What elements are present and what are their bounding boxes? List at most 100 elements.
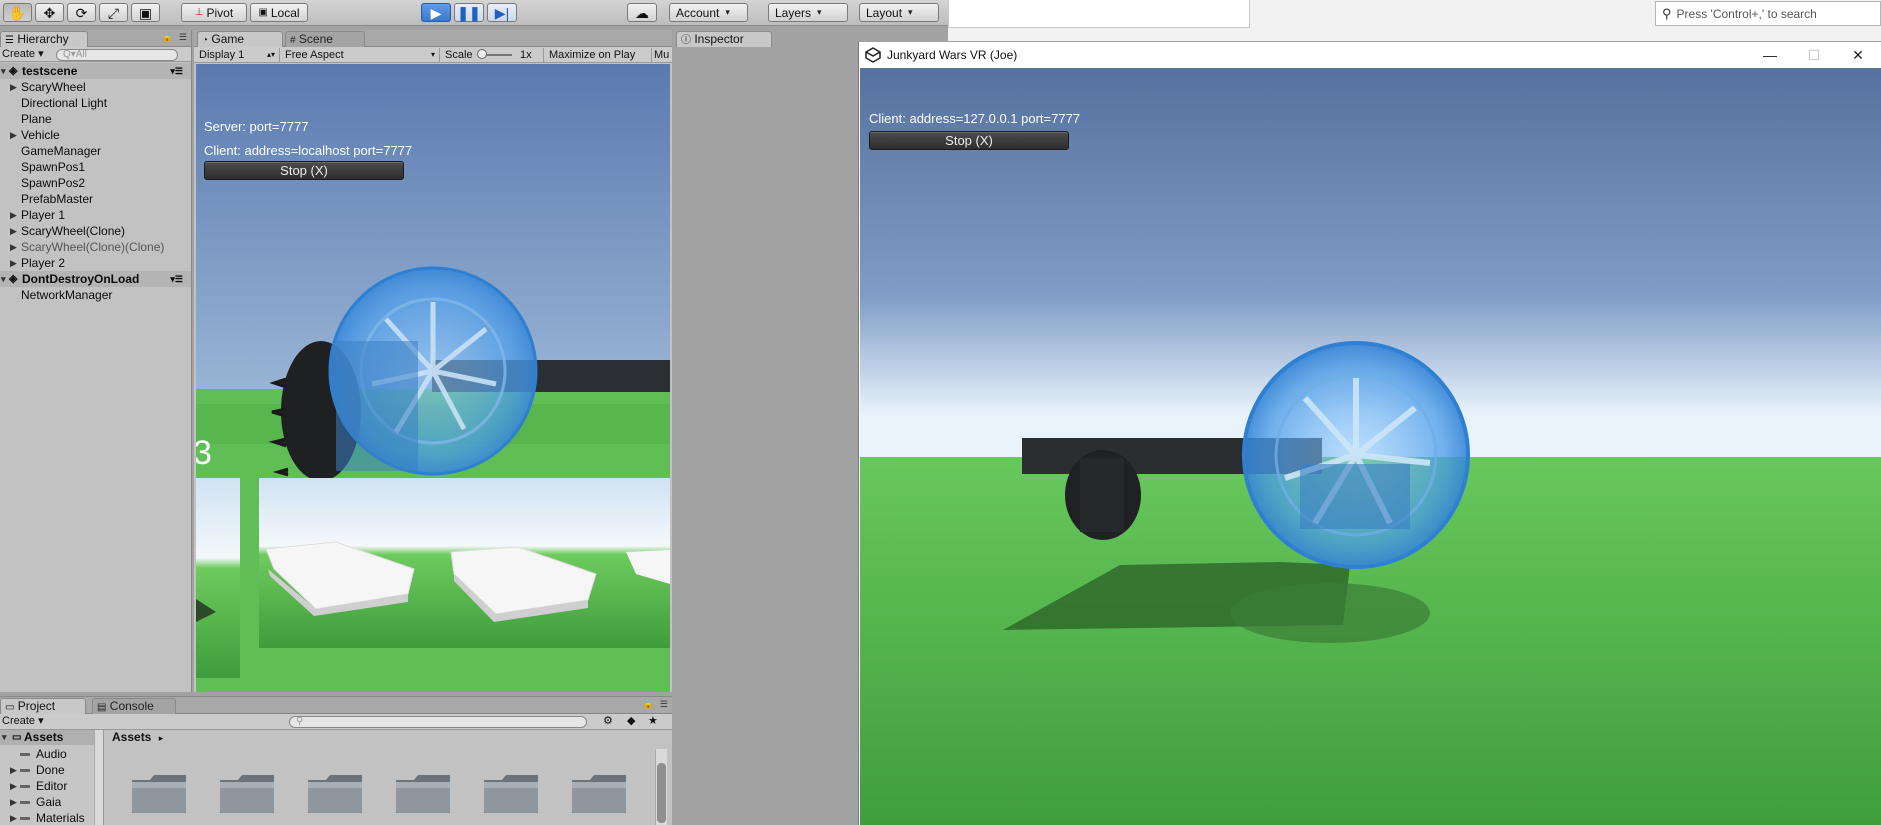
mute-audio-toggle[interactable]: Mu — [652, 48, 672, 62]
project-lock-icon[interactable]: 🔒 — [643, 699, 654, 710]
player-stop-button[interactable]: Stop (X) — [869, 131, 1069, 150]
play-button[interactable]: ▶ — [421, 3, 451, 22]
expand-arrow-icon[interactable]: ▶ — [10, 239, 17, 255]
scene-menu-icon[interactable]: ▾☰ — [170, 271, 183, 287]
breadcrumb-assets[interactable]: Assets — [112, 730, 151, 744]
scale-slider[interactable]: Scale 1x — [440, 48, 544, 62]
tree-scrollbar[interactable] — [94, 730, 103, 825]
expand-arrow-icon[interactable]: ▶ — [10, 794, 17, 810]
move-tool-button[interactable]: ✥ — [35, 3, 64, 22]
hierarchy-item[interactable]: SpawnPos2 — [0, 175, 191, 191]
layout-dropdown[interactable]: Layout — [859, 3, 939, 22]
project-tree-item[interactable]: ▬ Audio — [0, 746, 103, 762]
content-scrollbar-thumb[interactable] — [657, 763, 666, 823]
asset-folder-icon[interactable] — [394, 772, 452, 814]
project-tree-item[interactable]: ▶ ▬ Editor — [0, 778, 103, 794]
aspect-dropdown[interactable]: Free Aspect ▾ — [280, 48, 440, 62]
expand-arrow-icon[interactable]: ▶ — [10, 762, 17, 778]
expand-arrow-icon[interactable]: ▾ — [2, 730, 7, 745]
rotate-tool-button[interactable]: ⟳ — [67, 3, 96, 22]
hierarchy-item[interactable]: Directional Light — [0, 95, 191, 111]
hierarchy-item[interactable]: GameManager — [0, 143, 191, 159]
hierarchy-scene-row[interactable]: ▾ ◈ DontDestroyOnLoad ▾☰ — [0, 271, 191, 287]
tab-hierarchy[interactable]: ☰ Hierarchy — [0, 31, 88, 47]
stop-host-button[interactable]: Stop (X) — [204, 161, 404, 180]
tree-root-assets[interactable]: ▾ ▭ Assets — [0, 730, 103, 745]
pivot-toggle-button[interactable]: ⊥ Pivot — [181, 3, 247, 22]
hierarchy-item[interactable]: ▶ ScaryWheel(Clone) — [0, 223, 191, 239]
asset-folder-icon[interactable] — [306, 772, 364, 814]
hierarchy-item[interactable]: PrefabMaster — [0, 191, 191, 207]
hierarchy-scene-row[interactable]: ▾ ◈ testscene ▾☰ — [0, 63, 191, 79]
panel-menu-icon[interactable]: ☰ — [179, 32, 187, 43]
pause-button[interactable]: ❚❚ — [454, 3, 484, 22]
asset-folder-icon[interactable] — [482, 772, 540, 814]
player-window-titlebar[interactable]: Junkyard Wars VR (Joe) — ☐ ✕ — [859, 42, 1881, 68]
rect-tool-button[interactable]: ▣ — [131, 3, 160, 22]
project-tree-item[interactable]: ▶ ▬ Materials — [0, 810, 103, 825]
hierarchy-search-input[interactable]: Q▾All — [56, 49, 178, 61]
hierarchy-item-label: Player 1 — [21, 208, 66, 222]
layers-dropdown[interactable]: Layers — [768, 3, 848, 22]
player-viewport[interactable]: Client: address=127.0.0.1 port=7777 Stop… — [860, 68, 1881, 825]
filter-type-icon[interactable]: ⚙ — [603, 715, 613, 728]
project-menu-icon[interactable]: ☰ — [660, 699, 668, 710]
game-viewport[interactable]: Server: port=7777 Client: address=localh… — [196, 64, 670, 692]
tab-game-label: Game — [211, 32, 245, 46]
maximize-on-play-toggle[interactable]: Maximize on Play — [544, 48, 652, 62]
scale-tool-button[interactable]: ⤢ — [99, 3, 128, 22]
hierarchy-item[interactable]: ▶ ScaryWheel(Clone)(Clone) — [0, 239, 191, 255]
close-button[interactable]: ✕ — [1836, 45, 1880, 65]
search-box[interactable]: ⚲ Press 'Control+,' to search — [1655, 1, 1881, 26]
project-tree-item[interactable]: ▶ ▬ Gaia — [0, 794, 103, 810]
unity-scene-icon: ◈ — [9, 273, 18, 285]
hierarchy-item[interactable]: Plane — [0, 111, 191, 127]
background-window-field[interactable] — [948, 0, 1250, 28]
tab-console[interactable]: ▤ Console — [92, 698, 176, 714]
lock-icon[interactable]: 🔒 — [162, 32, 173, 43]
tab-game[interactable]: ◔ Game — [197, 31, 283, 47]
project-tree-item[interactable]: ▶ ▬ Done — [0, 762, 103, 778]
expand-arrow-icon[interactable]: ▶ — [10, 127, 17, 143]
expand-arrow-icon[interactable]: ▶ — [10, 255, 17, 271]
hand-tool-button[interactable]: ✋ — [3, 3, 32, 22]
expand-arrow-icon[interactable]: ▶ — [10, 810, 17, 825]
minimize-button[interactable]: — — [1748, 45, 1792, 65]
project-search-input[interactable]: ⚲ — [289, 716, 587, 728]
hierarchy-item[interactable]: ▶ ScaryWheel — [0, 79, 191, 95]
expand-arrow-icon[interactable]: ▶ — [10, 79, 17, 95]
scene-menu-icon[interactable]: ▾☰ — [170, 63, 183, 79]
hierarchy-item[interactable]: ▶ Vehicle — [0, 127, 191, 143]
maximize-button[interactable]: ☐ — [1792, 45, 1836, 65]
local-toggle-button[interactable]: ▣ Local — [250, 3, 308, 22]
hierarchy-item[interactable]: ▶ Player 1 — [0, 207, 191, 223]
tab-project[interactable]: ▭ Project — [0, 698, 86, 714]
display-dropdown[interactable]: Display 1 ▴▾ — [194, 48, 280, 62]
tab-console-label: Console — [109, 699, 154, 713]
hierarchy-item[interactable]: SpawnPos1 — [0, 159, 191, 175]
expand-arrow-icon[interactable]: ▶ — [10, 223, 17, 239]
asset-folder-icon[interactable] — [570, 772, 628, 814]
favorite-star-icon[interactable]: ★ — [648, 715, 658, 728]
hierarchy-create-button[interactable]: Create ▾ — [2, 48, 44, 61]
project-create-button[interactable]: Create ▾ — [2, 715, 44, 728]
tab-scene[interactable]: # Scene — [285, 31, 365, 47]
expand-arrow-icon[interactable]: ▶ — [10, 778, 17, 794]
play-icon: ▶ — [430, 4, 442, 21]
account-dropdown[interactable]: Account — [669, 3, 748, 22]
tab-inspector[interactable]: ⓘ Inspector — [676, 31, 772, 47]
expand-arrow-icon[interactable]: ▶ — [10, 207, 17, 223]
hierarchy-item[interactable]: NetworkManager — [0, 287, 191, 303]
asset-folder-icon[interactable] — [218, 772, 276, 814]
hierarchy-item[interactable]: ▶ Player 2 — [0, 255, 191, 271]
scale-thumb[interactable] — [477, 49, 487, 59]
filter-label-icon[interactable]: ◆ — [627, 715, 635, 728]
expand-arrow-icon[interactable]: ▾ — [1, 63, 6, 79]
inspector-tabbar: ⓘ Inspector — [674, 30, 858, 47]
step-button[interactable]: ▶| — [487, 3, 517, 22]
display-label: Display 1 — [199, 49, 245, 61]
expand-arrow-icon[interactable]: ▾ — [1, 271, 6, 287]
content-scrollbar[interactable] — [655, 749, 667, 825]
asset-folder-icon[interactable] — [130, 772, 188, 814]
collab-button[interactable]: ☁ — [627, 3, 657, 22]
